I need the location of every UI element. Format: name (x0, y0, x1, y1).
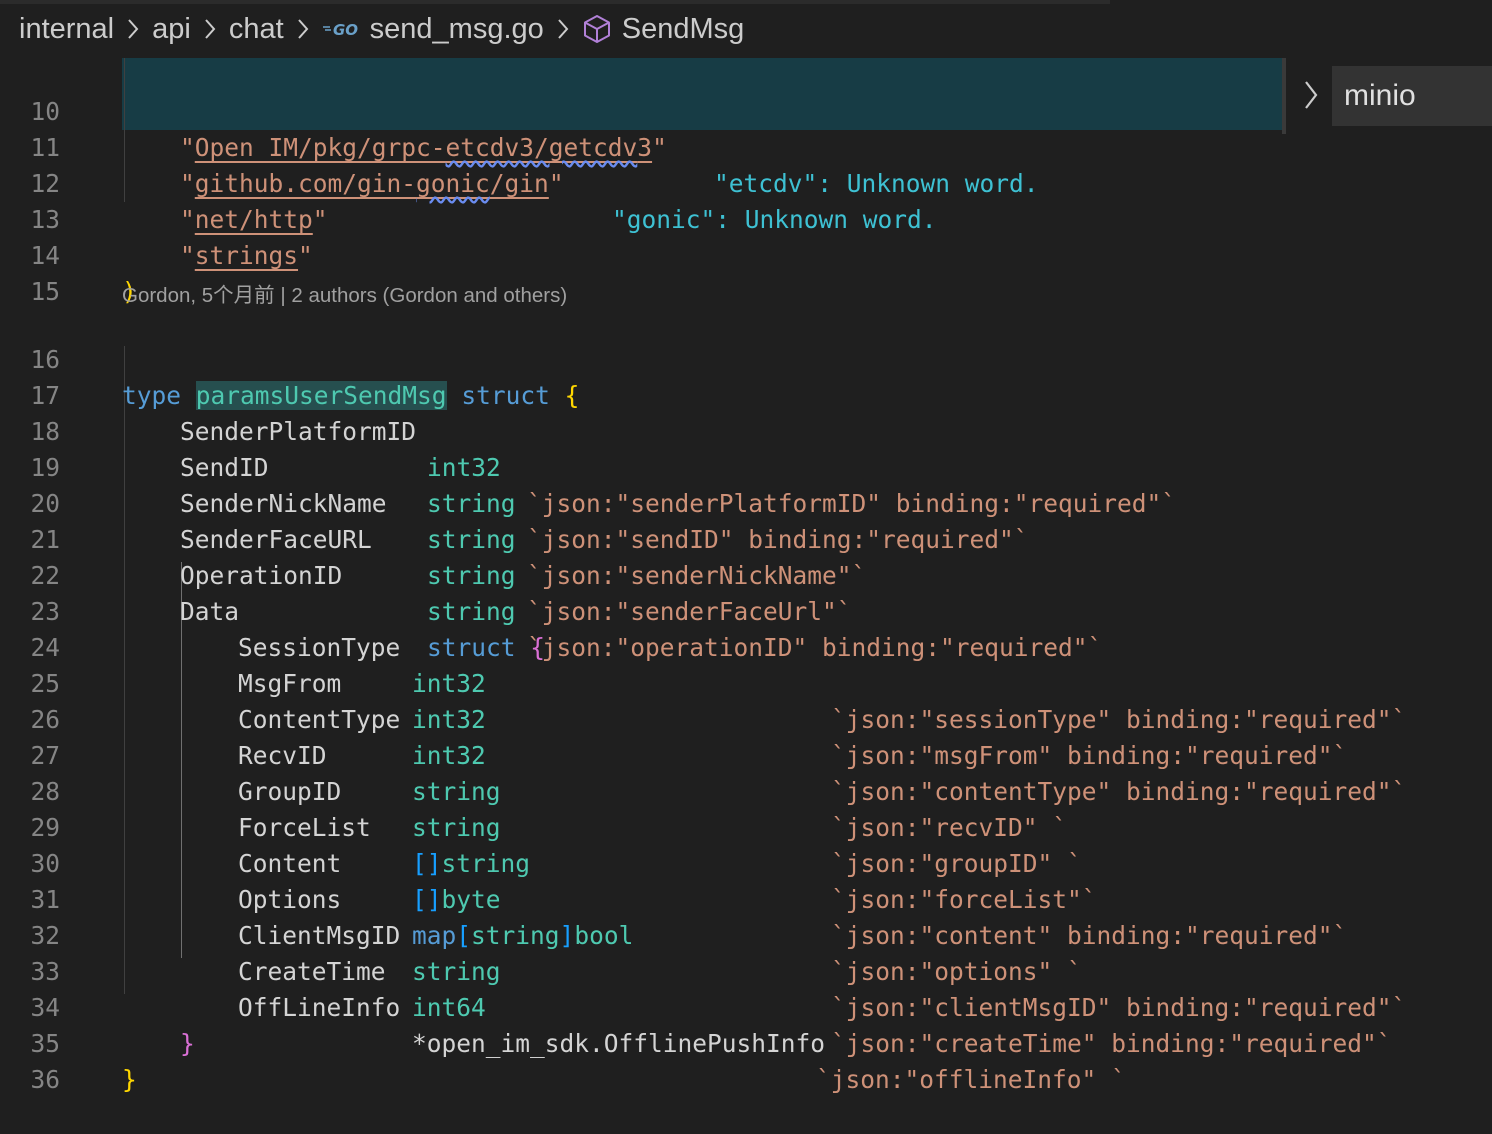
code-line-12: 12 "net/http" (0, 130, 1492, 234)
code-line-13: 13 "strings" (0, 166, 1492, 270)
code-line-26: 26 RecvID string `json:"recvID" ` (0, 666, 1492, 842)
go-file-icon: GO (322, 19, 362, 39)
chevron-right-icon (126, 17, 140, 41)
chevron-right-icon[interactable] (1302, 78, 1320, 116)
code-line-28: 28 ForceList []string `json:"forceList"` (0, 738, 1492, 914)
code-line-22: 22 Data struct { (0, 522, 1492, 662)
code-line-35: 35 } (0, 990, 1492, 1094)
chevron-right-icon (203, 17, 217, 41)
breadcrumb-item-internal[interactable]: internal (19, 13, 114, 46)
code-line-19: 19 SenderNickName string `json:"senderNi… (0, 414, 1492, 590)
code-line-23: 23 SessionType int32 `json:"sessionType"… (0, 558, 1492, 734)
tab-bar-edge (0, 0, 1110, 4)
code-line-31: 31 ClientMsgID string `json:"clientMsgID… (0, 846, 1492, 1022)
code-line-27: 27 GroupID string `json:"groupID" ` (0, 702, 1492, 878)
line-number: 36 (30, 1065, 60, 1094)
code-line-32: 32 CreateTime int64 `json:"createTime" b… (0, 882, 1492, 1058)
code-line-14: 14 ) (0, 202, 1492, 306)
breadcrumb-item-file[interactable]: send_msg.go (370, 13, 544, 46)
struct-tag: `json:"offlineInfo" ` (816, 1065, 1126, 1094)
svg-text:GO: GO (333, 21, 358, 39)
breadcrumb-item-symbol[interactable]: SendMsg (622, 13, 745, 46)
code-line-20: 20 SenderFaceURL string `json:"senderFac… (0, 450, 1492, 626)
breadcrumb: internal api chat GO send_msg.go SendMsg (0, 0, 1492, 58)
code-line-10: 10 "Open_IM/pkg/grpc-etcdv3/getcdv3" "et… (0, 58, 1492, 198)
method-cube-icon (582, 14, 612, 44)
code-line-17: 17 SenderPlatformID int32 `json:"senderP… (0, 342, 1492, 518)
outline-peek: minio (1282, 58, 1492, 134)
code-line-11: 11 "github.com/gin-gonic/gin" "gonic": U… (0, 94, 1492, 234)
chevron-right-icon (296, 17, 310, 41)
code-line-15: 15 (0, 238, 1492, 306)
code-line-21: 21 OperationID string `json:"operationID… (0, 486, 1492, 662)
code-line-16: 16 type paramsUserSendMsg struct { (0, 306, 1492, 410)
chevron-right-icon (556, 17, 570, 41)
code-line-33: 33 OffLineInfo *open_im_sdk.OfflinePushI… (0, 918, 1492, 1094)
code-line-24: 24 MsgFrom int32 `json:"msgFrom" binding… (0, 594, 1492, 770)
code-line-25: 25 ContentType int32 `json:"contentType"… (0, 630, 1492, 806)
code-line-29: 29 Content []byte `json:"content" bindin… (0, 774, 1492, 950)
code-line-34: 34 } (0, 954, 1492, 1058)
peek-item-label[interactable]: minio (1332, 66, 1492, 126)
code-editor[interactable]: 10 "Open_IM/pkg/grpc-etcdv3/getcdv3" "et… (0, 58, 1492, 1094)
code-line-30: 30 Options map[string]bool `json:"option… (0, 810, 1492, 986)
code-line-36: 36 (0, 1026, 1492, 1094)
line-number: 15 (30, 277, 60, 306)
breadcrumb-item-api[interactable]: api (152, 13, 191, 46)
breadcrumb-item-chat[interactable]: chat (229, 13, 284, 46)
code-line-18: 18 SendID string `json:"sendID" binding:… (0, 378, 1492, 554)
close-brace: } (122, 1065, 137, 1094)
